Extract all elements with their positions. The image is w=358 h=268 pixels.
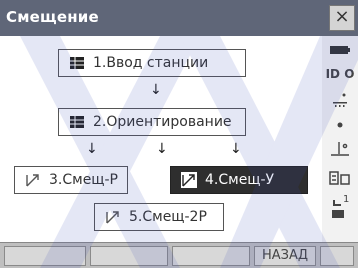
node-offset-two-distance[interactable]: 5.Смещ-2Р xyxy=(94,203,224,231)
level-icon xyxy=(322,140,358,162)
softkey-3[interactable] xyxy=(172,246,250,266)
node-station-input[interactable]: 1.Ввод станции xyxy=(58,49,246,77)
screen: Смещение × 1.Ввод станции ↓ 2.Ориентиров… xyxy=(0,0,358,268)
node-offset-angle[interactable]: 4.Смещ-У xyxy=(170,166,308,194)
signal-icon: 1 xyxy=(322,192,358,224)
offset-icon xyxy=(105,209,121,225)
close-button[interactable]: × xyxy=(329,5,355,31)
tilt-icon xyxy=(322,92,358,112)
node-label: 4.Смещ-У xyxy=(205,172,275,188)
node-label: 5.Смещ-2Р xyxy=(129,209,207,225)
window-title: Смещение xyxy=(6,8,99,26)
node-label: 1.Ввод станции xyxy=(93,55,209,71)
grid-icon xyxy=(69,114,85,130)
offset-icon xyxy=(181,172,197,188)
flow-panel: 1.Ввод станции ↓ 2.Ориентирование ↓ ↓ ↓ … xyxy=(0,36,322,242)
arrow-down-icon: ↓ xyxy=(150,82,162,98)
softkey-bar: НАЗАД xyxy=(0,242,358,268)
arrow-down-icon: ↓ xyxy=(230,141,242,157)
arrow-down-icon: ↓ xyxy=(156,141,168,157)
grid-icon xyxy=(69,55,85,71)
arrow-down-icon: ↓ xyxy=(86,141,98,157)
status-column: ID O 1 xyxy=(322,36,358,242)
dot-icon xyxy=(322,120,358,134)
node-offset-distance[interactable]: 3.Смещ-Р xyxy=(14,166,128,194)
offset-icon xyxy=(25,172,41,188)
softkey-2[interactable] xyxy=(90,246,168,266)
title-bar: Смещение × xyxy=(0,0,358,36)
memory-icon xyxy=(322,170,358,190)
softkey-1[interactable] xyxy=(4,246,86,266)
node-label: 3.Смещ-Р xyxy=(49,172,118,188)
node-orientation[interactable]: 2.Ориентирование xyxy=(58,108,246,136)
signal-value: 1 xyxy=(343,194,349,205)
mode-indicator: ID O xyxy=(325,67,355,81)
back-button[interactable]: НАЗАД xyxy=(254,246,316,266)
node-label: 2.Ориентирование xyxy=(93,114,232,130)
softkey-6[interactable] xyxy=(320,246,354,266)
battery-icon xyxy=(322,44,358,60)
